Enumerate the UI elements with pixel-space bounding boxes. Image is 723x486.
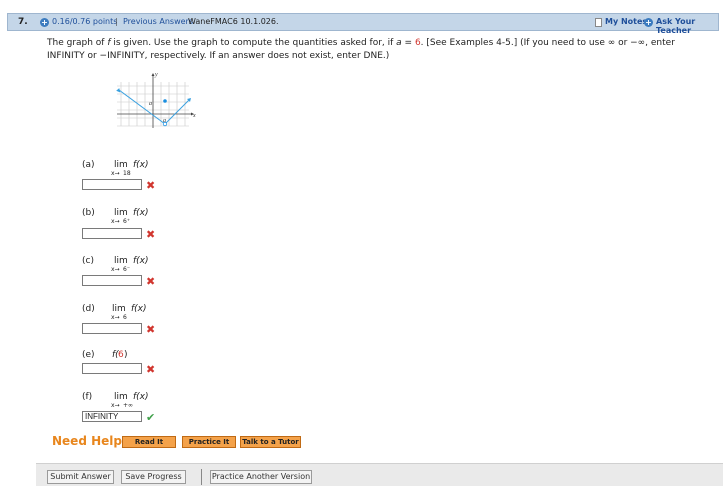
part-a-lim: lim [114, 160, 128, 170]
part-f-sub-to: +∞ [123, 402, 134, 409]
part-a-wrong-icon: ✖ [146, 179, 156, 192]
question-prompt: The graph of f is given. Use the graph t… [47, 37, 707, 63]
notes-icon[interactable] [595, 18, 602, 27]
part-c-func: f(x) [133, 256, 149, 266]
graph-left-branch [118, 89, 166, 125]
part-d-func: f(x) [131, 304, 147, 314]
part-a-func: f(x) [133, 160, 149, 170]
prompt-text: is given. Use the graph to compute the q… [110, 38, 397, 48]
part-b-lim: lim [114, 208, 128, 218]
save-progress-button[interactable]: Save Progress [121, 470, 186, 484]
part-f-correct-icon: ✔ [146, 411, 156, 424]
part-d-sub-to: 6 [123, 314, 127, 321]
part-f-sub-var: x→ [111, 402, 120, 409]
submit-answer-button[interactable]: Submit Answer [47, 470, 114, 484]
part-c-lim: lim [114, 256, 128, 266]
expand-plus-icon[interactable]: + [40, 18, 49, 27]
part-e-func-arg: 6 [118, 350, 124, 360]
x-axis-label: x [192, 113, 196, 119]
read-it-button[interactable]: Read It [122, 436, 176, 448]
part-c-sub-to: 6⁻ [123, 266, 130, 273]
prompt-text: = [401, 38, 415, 48]
graph-filled-dot [163, 99, 167, 103]
need-help-label: Need Help? [52, 434, 129, 448]
ask-teacher-plus-icon[interactable]: + [644, 18, 653, 27]
part-f-answer-input[interactable] [82, 411, 142, 422]
part-c-answer-input[interactable] [82, 275, 142, 286]
part-e-func-post: ) [124, 350, 128, 360]
part-d-label: (d) [82, 304, 95, 314]
my-notes-link[interactable]: My Notes [605, 17, 647, 26]
a-label-x: a [163, 118, 166, 124]
part-b-func: f(x) [133, 208, 149, 218]
part-e-answer-input[interactable] [82, 363, 142, 374]
prompt-text: The graph of [47, 38, 108, 48]
part-a-sub-var: x→ [111, 170, 120, 177]
question-number: 7. [18, 17, 28, 27]
part-c-label: (c) [82, 256, 94, 266]
part-d-sub-var: x→ [111, 314, 120, 321]
a-label-y: a [149, 101, 152, 107]
problem-id: WaneFMAC6 10.1.026. [188, 17, 279, 26]
part-b-sub-var: x→ [111, 218, 120, 225]
points-link[interactable]: 0.16/0.76 points [52, 17, 117, 26]
y-axis-label: y [154, 72, 158, 78]
part-c-wrong-icon: ✖ [146, 275, 156, 288]
part-b-wrong-icon: ✖ [146, 228, 156, 241]
footer-separator [201, 469, 202, 485]
ask-teacher-link[interactable]: Ask Your Teacher [656, 17, 718, 35]
header-separator: | [115, 17, 118, 26]
part-b-sub-to: 6⁺ [123, 218, 130, 225]
part-d-lim: lim [112, 304, 126, 314]
practice-it-button[interactable]: Practice It [182, 436, 236, 448]
part-d-wrong-icon: ✖ [146, 323, 156, 336]
part-d-answer-input[interactable] [82, 323, 142, 334]
practice-another-version-button[interactable]: Practice Another Version [210, 470, 312, 484]
previous-answers-link[interactable]: Previous Answers [123, 17, 193, 26]
part-e-label: (e) [82, 350, 95, 360]
part-a-label: (a) [82, 160, 95, 170]
part-f-lim: lim [114, 392, 128, 402]
part-b-answer-input[interactable] [82, 228, 142, 239]
question-header: 7. + 0.16/0.76 points | Previous Answers… [7, 13, 719, 35]
talk-to-tutor-button[interactable]: Talk to a Tutor [240, 436, 301, 448]
part-a-sub-to: 18 [123, 170, 131, 177]
part-a-answer-input[interactable] [82, 179, 142, 190]
part-f-func: f(x) [133, 392, 149, 402]
part-b-label: (b) [82, 208, 95, 218]
part-e-wrong-icon: ✖ [146, 363, 156, 376]
part-f-label: (f) [82, 392, 93, 402]
part-c-sub-var: x→ [111, 266, 120, 273]
function-graph: a a x y [116, 72, 196, 128]
